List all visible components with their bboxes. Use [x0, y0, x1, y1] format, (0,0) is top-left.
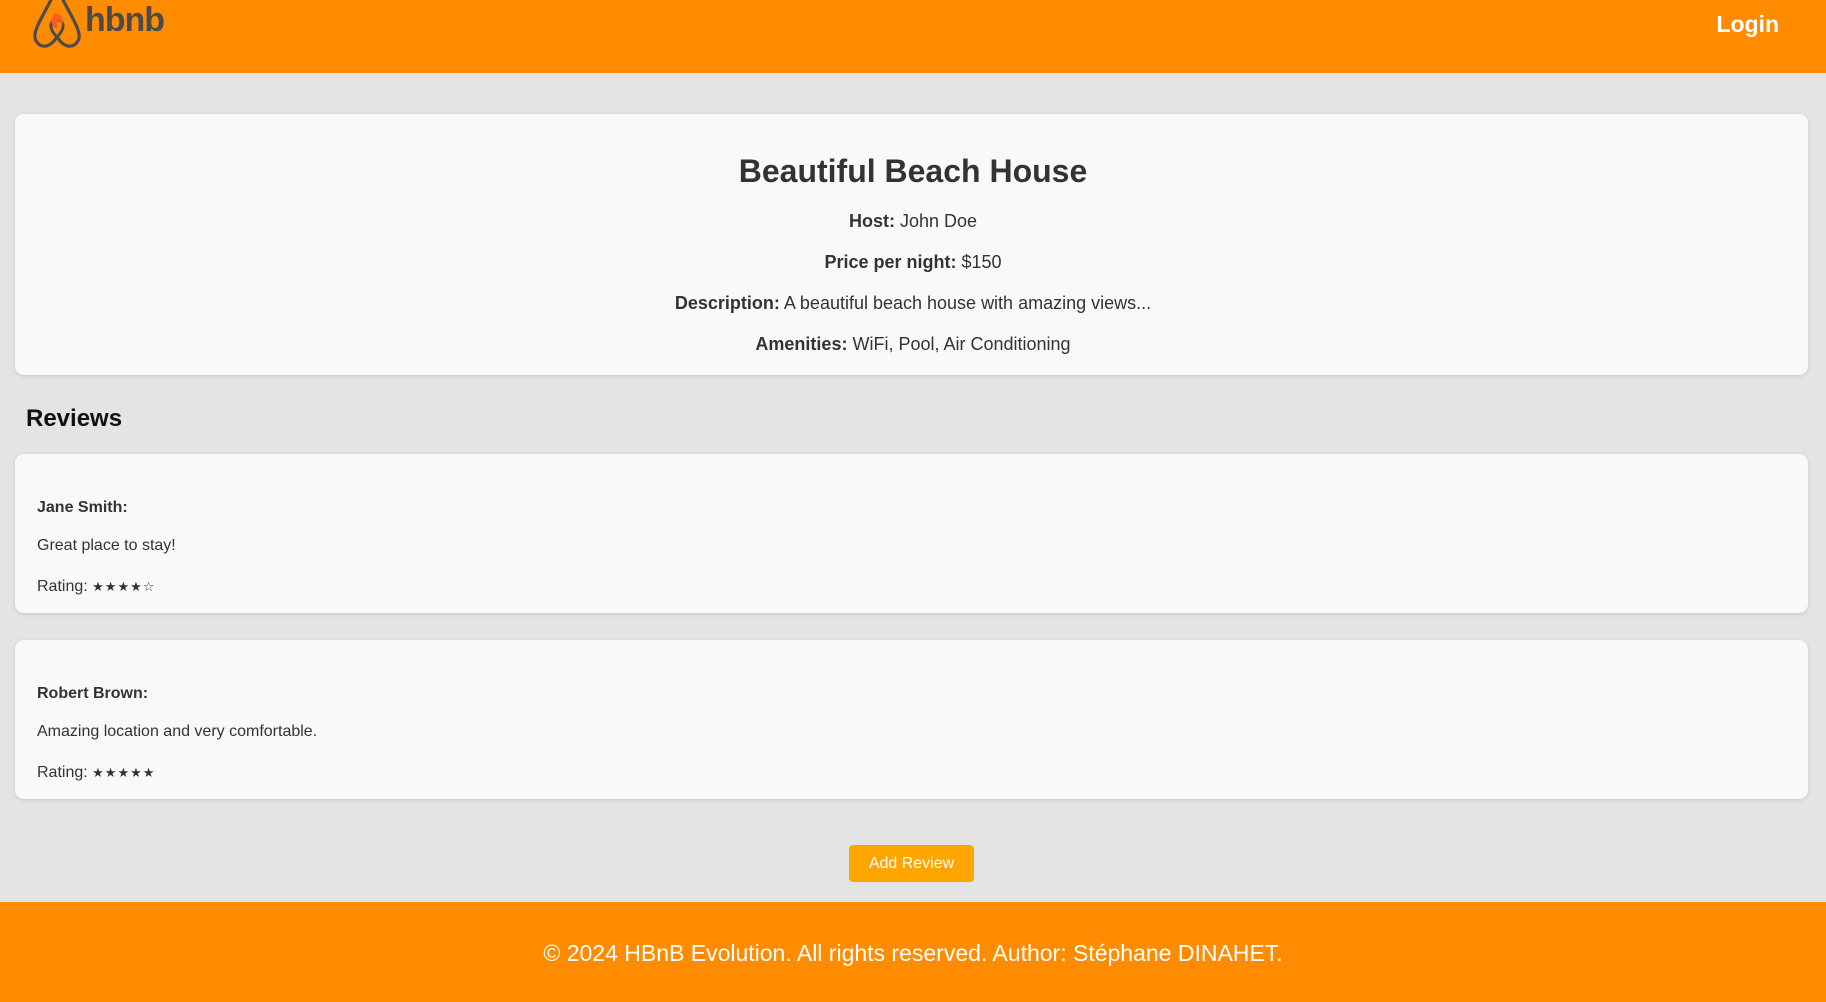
reviews-heading: Reviews — [26, 405, 123, 432]
amenities-label: Amenities: — [755, 334, 848, 354]
site-logo[interactable]: hbnb — [32, 0, 165, 48]
review-text: Amazing location and very comfortable. — [37, 723, 318, 740]
place-title: Beautiful Beach House — [738, 153, 1088, 189]
site-header: hbnb Login — [0, 0, 1826, 73]
rating-stars: ★★★★☆ — [92, 580, 156, 595]
host-label: Host: — [848, 211, 895, 231]
place-host: Host: John Doe — [0, 210, 1826, 232]
review-text: Great place to stay! — [37, 537, 176, 554]
description-label: Description: — [674, 293, 780, 313]
price-value: $150 — [961, 252, 1002, 272]
login-link[interactable]: Login — [1716, 10, 1779, 38]
logo-text: hbnb — [85, 1, 165, 39]
rating-label: Rating: — [37, 764, 88, 781]
price-label: Price per night: — [824, 252, 957, 272]
rating-label: Rating: — [37, 578, 88, 595]
place-amenities: Amenities: WiFi, Pool, Air Conditioning — [0, 333, 1826, 355]
site-footer: © 2024 HBnB Evolution. All rights reserv… — [0, 902, 1826, 1002]
add-review-button[interactable]: Add Review — [849, 845, 974, 882]
host-value: John Doe — [899, 211, 978, 231]
place-price: Price per night: $150 — [0, 251, 1826, 273]
review-author: Robert Brown: — [37, 685, 149, 702]
description-value: A beautiful beach house with amazing vie… — [783, 293, 1152, 313]
review-author: Jane Smith: — [37, 499, 128, 516]
review-rating: Rating: ★★★★☆ — [37, 577, 155, 598]
footer-copyright: © 2024 HBnB Evolution. All rights reserv… — [543, 940, 1283, 966]
review-card: Jane Smith: Great place to stay! Rating:… — [15, 454, 1808, 613]
place-description: Description: A beautiful beach house wit… — [0, 292, 1826, 314]
amenities-value: WiFi, Pool, Air Conditioning — [852, 334, 1071, 354]
hbnb-logo-icon — [33, 0, 81, 48]
review-rating: Rating: ★★★★★ — [37, 763, 155, 784]
rating-stars: ★★★★★ — [92, 766, 156, 781]
review-card: Robert Brown: Amazing location and very … — [15, 640, 1808, 799]
